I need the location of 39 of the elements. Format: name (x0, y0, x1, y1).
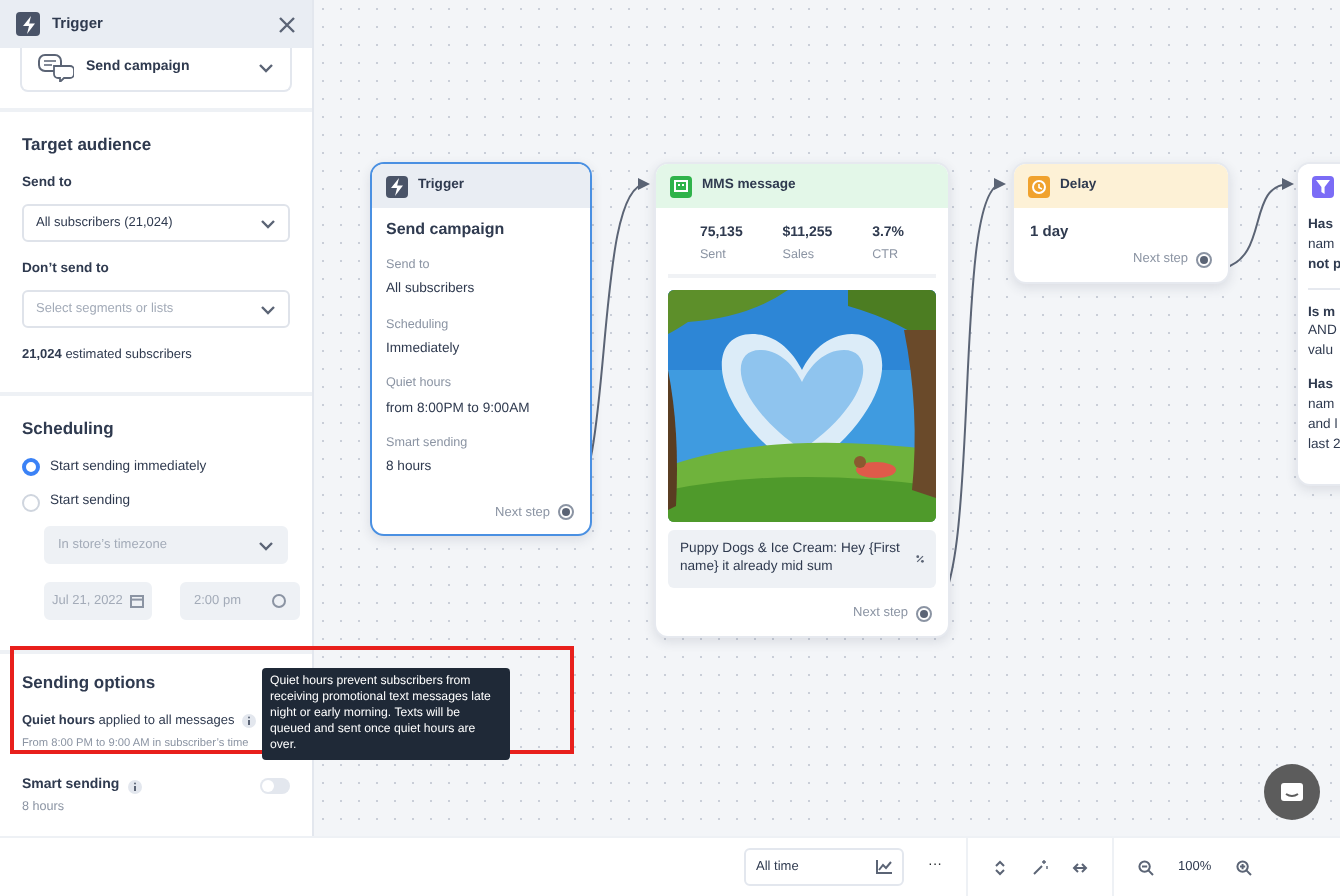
zoom-in-icon (1235, 859, 1252, 875)
lightning-icon (16, 12, 40, 36)
image-frame-icon (670, 175, 692, 197)
toolbar-button[interactable] (1032, 859, 1048, 875)
chevron-down-icon (260, 217, 276, 230)
clock-icon (1028, 175, 1050, 197)
chevron-down-icon (260, 303, 276, 316)
chat-button[interactable] (1264, 764, 1320, 820)
chevron-down-icon (258, 539, 274, 552)
line-chart-icon (876, 860, 892, 874)
info-icon (242, 714, 257, 729)
section-heading: Target audience (22, 132, 152, 158)
chevron-down-icon (258, 62, 274, 75)
node-heading: Send campaign (386, 218, 507, 242)
percent-icon (915, 551, 924, 566)
chat-icon (1280, 781, 1304, 803)
section-heading: Scheduling (22, 416, 114, 442)
next-step-handle[interactable] (1196, 252, 1212, 269)
toolbar-button[interactable] (992, 859, 1008, 875)
section-heading: Sending options (22, 670, 156, 696)
chat-bubbles-icon (38, 54, 74, 83)
expand-horizontal-icon (1072, 859, 1088, 875)
next-step-handle[interactable] (558, 504, 574, 521)
zoom-out-icon (1138, 859, 1154, 875)
toolbar-button[interactable] (1235, 859, 1252, 875)
toolbar-button[interactable] (1072, 859, 1088, 875)
calendar-icon (130, 594, 144, 609)
funnel-icon (1312, 175, 1334, 197)
clock-icon (272, 594, 286, 609)
expand-vertical-icon (992, 859, 1008, 875)
close-icon (278, 15, 296, 33)
info-icon (127, 779, 142, 794)
next-step-handle[interactable] (916, 605, 932, 622)
toolbar-button[interactable] (1138, 859, 1154, 875)
magic-wand-icon (1032, 859, 1048, 875)
radio-button[interactable] (22, 458, 40, 477)
close-button[interactable] (278, 15, 296, 33)
toggle-switch[interactable] (260, 778, 290, 795)
lightning-icon (386, 175, 408, 197)
